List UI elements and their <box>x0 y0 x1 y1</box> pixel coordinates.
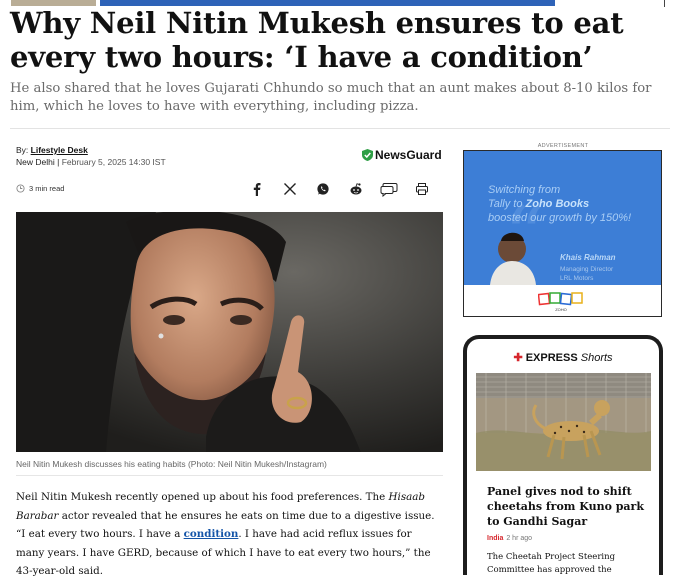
zoho-logo-text: ZOHO <box>555 307 567 312</box>
short-image[interactable] <box>476 373 651 471</box>
byline-prefix: By: <box>16 145 31 155</box>
author-link[interactable]: Lifestyle Desk <box>31 145 88 155</box>
facebook-icon <box>253 183 261 196</box>
ad-banner: “ Switching from Tally to Zoho Books boo… <box>464 151 661 285</box>
shorts-brand: ✚ EXPRESS Shorts <box>467 351 659 364</box>
newsguard-label: NewsGuard <box>375 148 442 162</box>
share-bar <box>248 180 446 198</box>
reddit-share-button[interactable] <box>347 180 365 198</box>
ad-role-2: LRL Motors <box>560 275 594 282</box>
shorts-brand-shorts: Shorts <box>580 352 613 364</box>
headline-line-2: every two hours: ‘I have a condition’ <box>10 40 593 74</box>
shield-check-icon <box>362 149 373 161</box>
zoho-advertisement[interactable]: “ Switching from Tally to Zoho Books boo… <box>463 150 662 317</box>
advertisement-label: ADVERTISEMENT <box>537 143 589 149</box>
divider <box>10 128 670 129</box>
article-synopsis: He also shared that he loves Gujarati Ch… <box>10 81 652 114</box>
ad-line-2a: Tally to <box>488 198 526 210</box>
whatsapp-icon <box>317 183 329 195</box>
divider <box>16 475 443 476</box>
short-summary: The Cheetah Project Steering Committee h… <box>487 552 616 575</box>
dateline: New Delhi | February 5, 2025 14:30 IST <box>16 156 166 168</box>
article-body-paragraph: Neil Nitin Mukesh recently opened up abo… <box>16 488 436 581</box>
article-hero-image <box>16 212 443 452</box>
dateline-separator: | <box>54 157 62 167</box>
ad-role-1: Managing Director <box>560 266 614 273</box>
newsguard-badge[interactable]: NewsGuard <box>362 148 442 162</box>
short-meta: India 2 hr ago <box>487 535 532 542</box>
ad-person-name: Khais Rahman <box>560 253 616 262</box>
ad-person-role: Managing Director LRL Motors <box>560 265 613 283</box>
ad-copy: Switching from Tally to Zoho Books boost… <box>488 183 631 225</box>
read-time: 3 min read <box>16 184 64 193</box>
location: New Delhi <box>16 157 55 167</box>
hero-photo <box>16 212 443 452</box>
express-shorts-widget: ✚ EXPRESS Shorts Panel gives nod to shif… <box>463 335 663 575</box>
image-caption: Neil Nitin Mukesh discusses his eating h… <box>16 459 327 469</box>
article-headline: Why Neil Nitin Mukesh ensures to eat eve… <box>10 6 670 74</box>
ad-line-1: Switching from <box>488 184 561 196</box>
short-headline[interactable]: Panel gives nod to shift cheetahs from K… <box>487 484 652 529</box>
comments-button[interactable] <box>380 180 398 198</box>
headline-line-1: Why Neil Nitin Mukesh ensures to eat <box>10 6 624 40</box>
reddit-icon <box>350 183 362 195</box>
print-button[interactable] <box>413 180 431 198</box>
publish-date: February 5, 2025 14:30 IST <box>61 157 166 167</box>
body-text-segment: Neil Nitin Mukesh recently opened up abo… <box>16 491 389 503</box>
short-category[interactable]: India <box>487 535 503 542</box>
short-time: 2 hr ago <box>506 535 533 542</box>
whatsapp-share-button[interactable] <box>314 180 332 198</box>
zoho-logo: ZOHO <box>538 292 583 312</box>
print-icon <box>416 183 428 195</box>
read-time-label: 3 min read <box>29 184 65 193</box>
condition-link[interactable]: condition <box>184 528 239 540</box>
shorts-brand-express: EXPRESS <box>525 352 578 364</box>
clock-icon <box>16 184 25 193</box>
cheetah-photo <box>476 373 651 471</box>
x-icon <box>284 183 296 195</box>
ad-line-2b: Zoho Books <box>525 198 590 210</box>
x-share-button[interactable] <box>281 180 299 198</box>
facebook-share-button[interactable] <box>248 180 266 198</box>
byline: By: Lifestyle Desk <box>16 144 88 156</box>
express-mark-icon: ✚ <box>513 352 523 364</box>
comment-icon <box>380 182 398 197</box>
ad-line-3: boosted our growth by 150%! <box>488 212 632 224</box>
